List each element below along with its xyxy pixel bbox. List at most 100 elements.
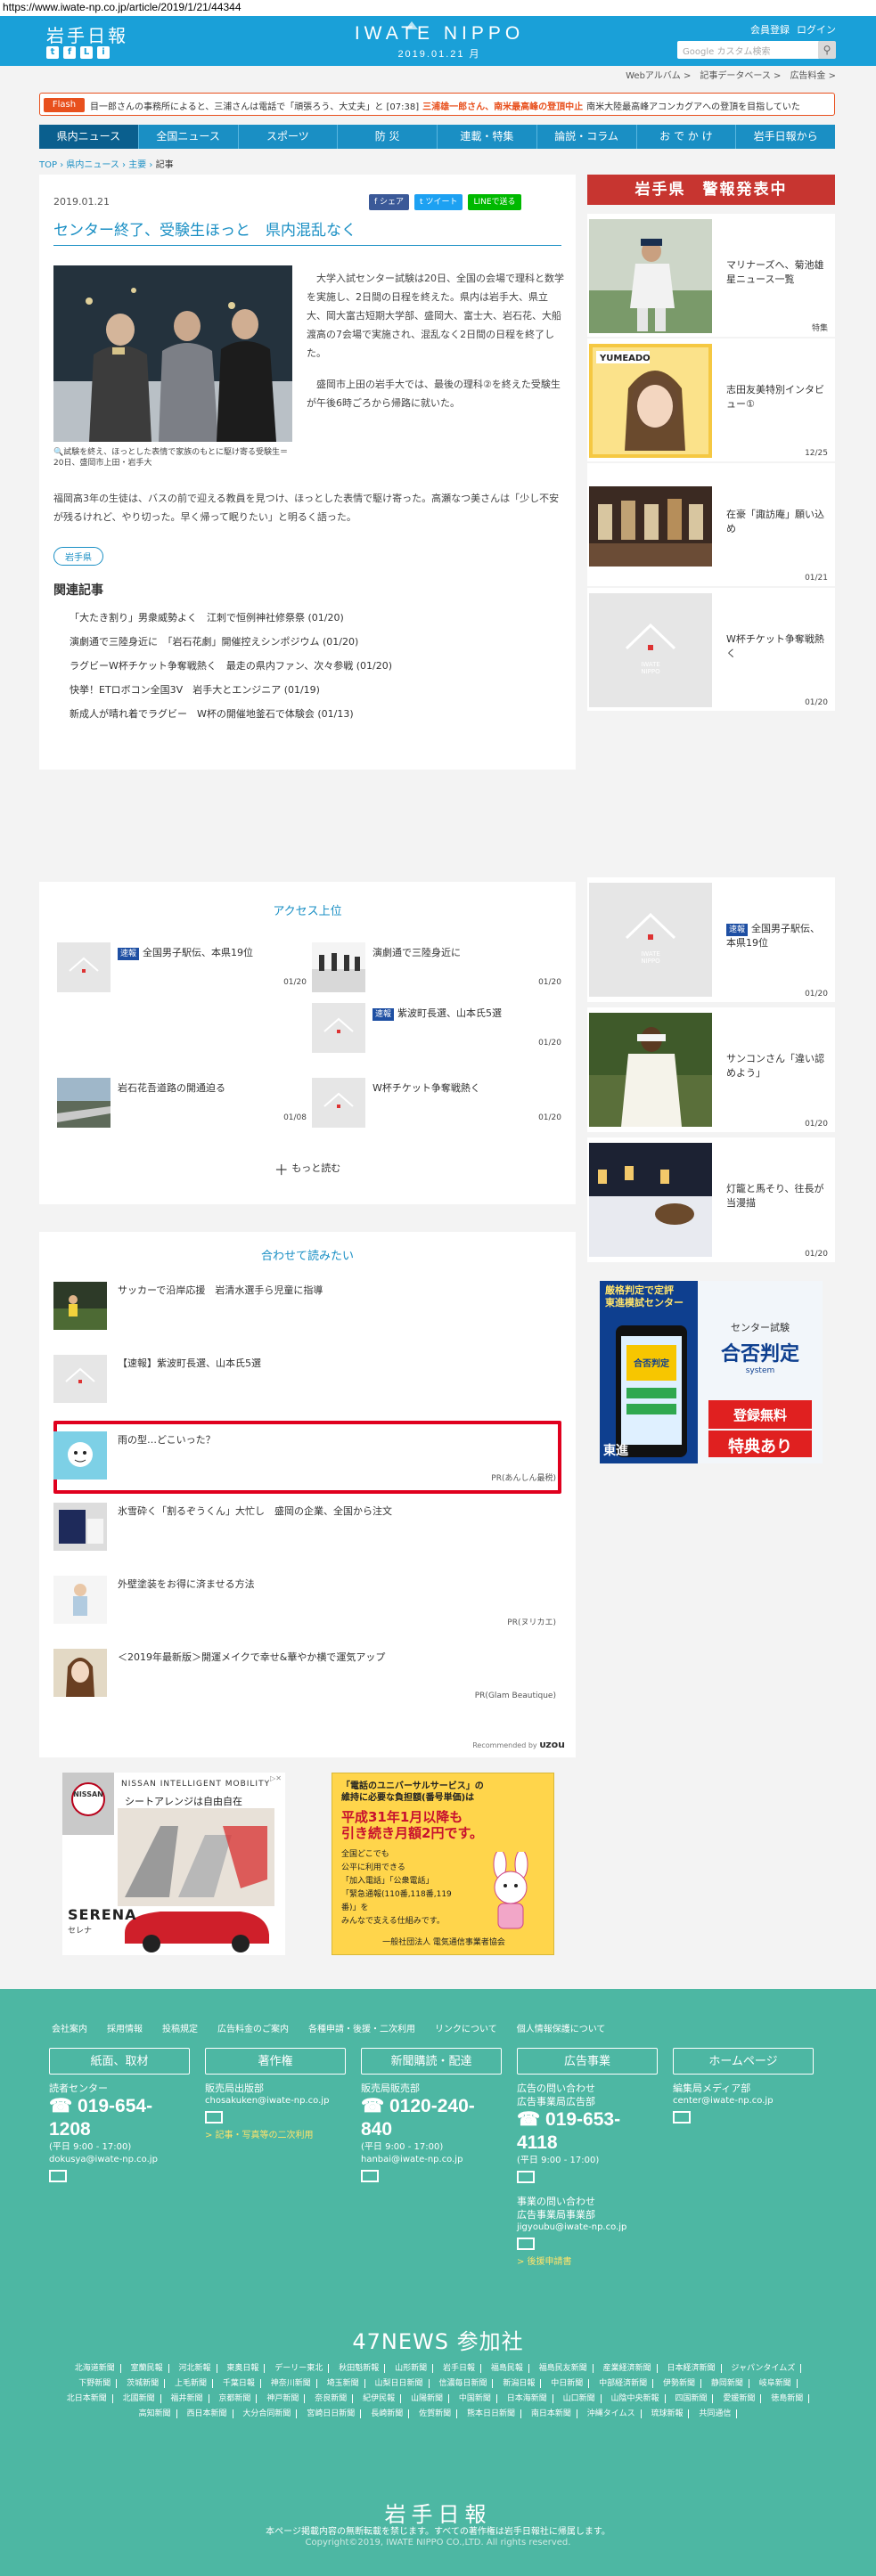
related-link[interactable]: ラグビーW杯チケット争奪戦熱く 最走の県内ファン、次々参戦 (01/20) [70,654,560,678]
news47-member-link[interactable]: 大分合同新聞 [242,2409,298,2418]
article-tag[interactable]: 岩手県 [53,547,103,566]
search-input[interactable]: Google カスタム検索 [677,41,820,59]
member-register-link[interactable]: 会員登録 [750,22,790,37]
news47-member-link[interactable]: 下野新聞 [78,2379,118,2388]
access-item[interactable]: 速報 全国男子駅伝、本県19位 01/20 [57,942,307,996]
news47-member-link[interactable]: 福島民友新聞 [538,2364,594,2373]
brand-block[interactable]: IWATE NIPPO 2019.01.21 月 [350,21,528,61]
search-icon[interactable]: ⚲ [818,41,836,59]
news47-member-link[interactable]: 室蘭民報 [130,2364,169,2373]
news47-member-link[interactable]: 新潟日報 [503,2379,542,2388]
sidebar-card[interactable]: 灯籠と馬そり、往長が当漫描 01/20 [587,1137,835,1262]
access-item[interactable]: 岩石花吾道路の開通迫る 01/08 [57,1078,307,1131]
news47-member-link[interactable]: 山陰中央新報 [610,2394,666,2403]
related-link[interactable]: 演劇通で三陸身近に 「岩石花劇」開催控えシンポジウム (01/20) [70,630,560,654]
nav-item-columns[interactable]: 論説・コラム [537,125,637,149]
footer-phone[interactable]: ☎ 019-654-1208 [49,2095,190,2141]
line-icon[interactable]: L [80,46,93,59]
site-logo[interactable]: 岩手日報 [46,21,128,47]
nav-item-local-news[interactable]: 県内ニュース [39,125,139,149]
related-link[interactable]: 「大たき割り」男衆威勢よく 江刺で恒例神社修祭祭 (01/20) [70,606,560,630]
news47-member-link[interactable]: 神戸新聞 [266,2394,306,2403]
news47-member-link[interactable]: 北國新聞 [122,2394,161,2403]
recommend-item[interactable]: 【速報】紫波町長選、山本氏5選 [53,1349,561,1410]
access-item[interactable]: 速報 紫波町長選、山本氏5選 01/20 [312,1003,561,1056]
nav-item-disaster[interactable]: 防 災 [338,125,438,149]
news47-member-link[interactable]: 神奈川新聞 [270,2379,317,2388]
crumb-main[interactable]: 主要 [128,160,146,170]
footer-link[interactable]: 会社案内 [52,2021,87,2034]
footer-phone[interactable]: ☎ 019-653-4118 [517,2108,658,2155]
news47-member-link[interactable]: 奈良新聞 [315,2394,354,2403]
footer-button-advertising[interactable]: 広告事業 [517,2048,658,2075]
mail-icon[interactable] [673,2111,691,2124]
mail-icon[interactable] [517,2238,535,2250]
footer-link[interactable]: 個人情報保護について [517,2021,606,2034]
news47-member-link[interactable]: 山梨日日新聞 [374,2379,430,2388]
news47-member-link[interactable]: 共同通信 [699,2409,738,2418]
recommended-by[interactable]: Recommended by ᴜzou [472,1739,565,1750]
access-item[interactable]: W杯チケット争奪戦熱く 01/20 [312,1078,561,1131]
footer-button-reader[interactable]: 紙面、取材 [49,2048,190,2075]
news47-member-link[interactable]: 南日本新聞 [530,2409,577,2418]
flash-headline[interactable]: 三浦雄一郎さん、南米最高峰の登頂中止 [422,102,583,112]
news47-member-link[interactable]: 北海道新聞 [74,2364,121,2373]
news47-member-link[interactable]: 愛媛新聞 [723,2394,762,2403]
news47-member-link[interactable]: 京都新聞 [218,2394,258,2403]
article-database-link[interactable]: 記事データベース > [700,68,781,82]
footer-button-subscription[interactable]: 新聞購読・配達 [361,2048,502,2075]
nav-item-sports[interactable]: スポーツ [239,125,339,149]
news47-member-link[interactable]: 宮崎日日新聞 [307,2409,362,2418]
footer-link[interactable]: リンクについて [435,2021,497,2034]
recommend-item[interactable]: サッカーで沿岸応援 岩清水選手ら児童に指導 [53,1276,561,1337]
crumb-top[interactable]: TOP [39,160,57,170]
tweet-button[interactable]: t ツイート [414,194,463,210]
news47-member-link[interactable]: ジャパンタイムズ [731,2364,802,2373]
recommend-pr-item[interactable]: ＜2019年最新版＞開運メイクで幸せ&華やか横で運気アップ PR(Glam Be… [53,1643,561,1704]
read-more-button[interactable]: ＋ もっと読む [39,1158,576,1179]
news47-member-link[interactable]: 日本経済新聞 [667,2364,722,2373]
nav-item-features[interactable]: 連載・特集 [438,125,537,149]
news47-member-link[interactable]: 産業経済新聞 [602,2364,658,2373]
related-link[interactable]: 快挙！ETロボコン全国3V 岩手大とエンジニア (01/19) [70,678,560,702]
footer-email[interactable]: dokusya@iwate-np.co.jp [49,2154,190,2166]
footer-email[interactable]: chosakuken@iwate-np.co.jp [205,2095,346,2107]
news47-member-link[interactable]: 伊勢新聞 [663,2379,702,2388]
news47-member-link[interactable]: 秋田魁新報 [339,2364,386,2373]
flash-ticker[interactable]: 目一郎さんの事務所によると、三浦さんは電話で「頑張ろう、大丈夫」と [07:38… [90,99,830,112]
ad-rates-link[interactable]: 広告料金 > [790,68,836,82]
news47-member-link[interactable]: 信濃毎日新聞 [438,2379,494,2388]
recommend-pr-item[interactable]: 雨の型…どこいった？ PR(あんしん最税) [53,1426,561,1487]
article-photo[interactable] [53,265,292,442]
mail-icon[interactable] [205,2111,223,2124]
universal-service-ad[interactable]: 「電話のユニバーサルサービス」の 維持に必要な負担額(番号単価)は 平成31年1月… [332,1773,554,1955]
instagram-icon[interactable]: i [97,46,110,59]
footer-link[interactable]: 広告料金のご案内 [217,2021,289,2034]
news47-member-link[interactable]: 高知新聞 [138,2409,177,2418]
weather-warning-banner[interactable]: 岩手県 警報発表中 [587,175,835,205]
news47-member-link[interactable]: 山陽新聞 [410,2394,449,2403]
news47-member-link[interactable]: 福井新聞 [170,2394,209,2403]
facebook-share-button[interactable]: f シェア [369,194,410,210]
sidebar-card[interactable]: サンコンさん「違い認めよう」 01/20 [587,1007,835,1132]
mail-icon[interactable] [517,2171,535,2183]
sidebar-card[interactable]: IWATE NIPPO W杯チケット争奪戦熱く 01/20 [587,588,835,711]
news47-member-link[interactable]: 長崎新聞 [371,2409,410,2418]
news47-member-link[interactable]: 西日本新聞 [186,2409,233,2418]
news47-member-link[interactable]: 茨城新聞 [127,2379,166,2388]
access-item[interactable]: 演劇通で三陸身近に 01/20 [312,942,561,996]
crumb-local-news[interactable]: 県内ニュース [66,160,119,170]
news47-member-link[interactable]: 東奥日報 [226,2364,266,2373]
news47-member-link[interactable]: 中日新聞 [551,2379,590,2388]
news47-member-link[interactable]: 河北新報 [178,2364,217,2373]
footer-support-application-link[interactable]: > 後援申請書 [517,2256,658,2269]
sidebar-card[interactable]: IWATE NIPPO 速報 全国男子駅伝、本県19位 01/20 [587,877,835,1002]
related-link[interactable]: 新成人が晴れ着でラグビー W杯の開催地釜石で体験会 (01/13) [70,702,560,726]
footer-button-copyright[interactable]: 著作権 [205,2048,346,2075]
nissan-ad[interactable]: NISSAN NISSAN INTELLIGENT MOBILITY シートアレ… [62,1773,285,1955]
sidebar-card[interactable]: マリナーズへ、菊池雄星ニュース一覧 特集 [587,214,835,337]
news47-member-link[interactable]: 埼玉新聞 [326,2379,365,2388]
footer-link[interactable]: 投稿規定 [162,2021,198,2034]
news47-member-link[interactable]: 山形新聞 [395,2364,434,2373]
news47-member-link[interactable]: 紀伊民報 [363,2394,402,2403]
